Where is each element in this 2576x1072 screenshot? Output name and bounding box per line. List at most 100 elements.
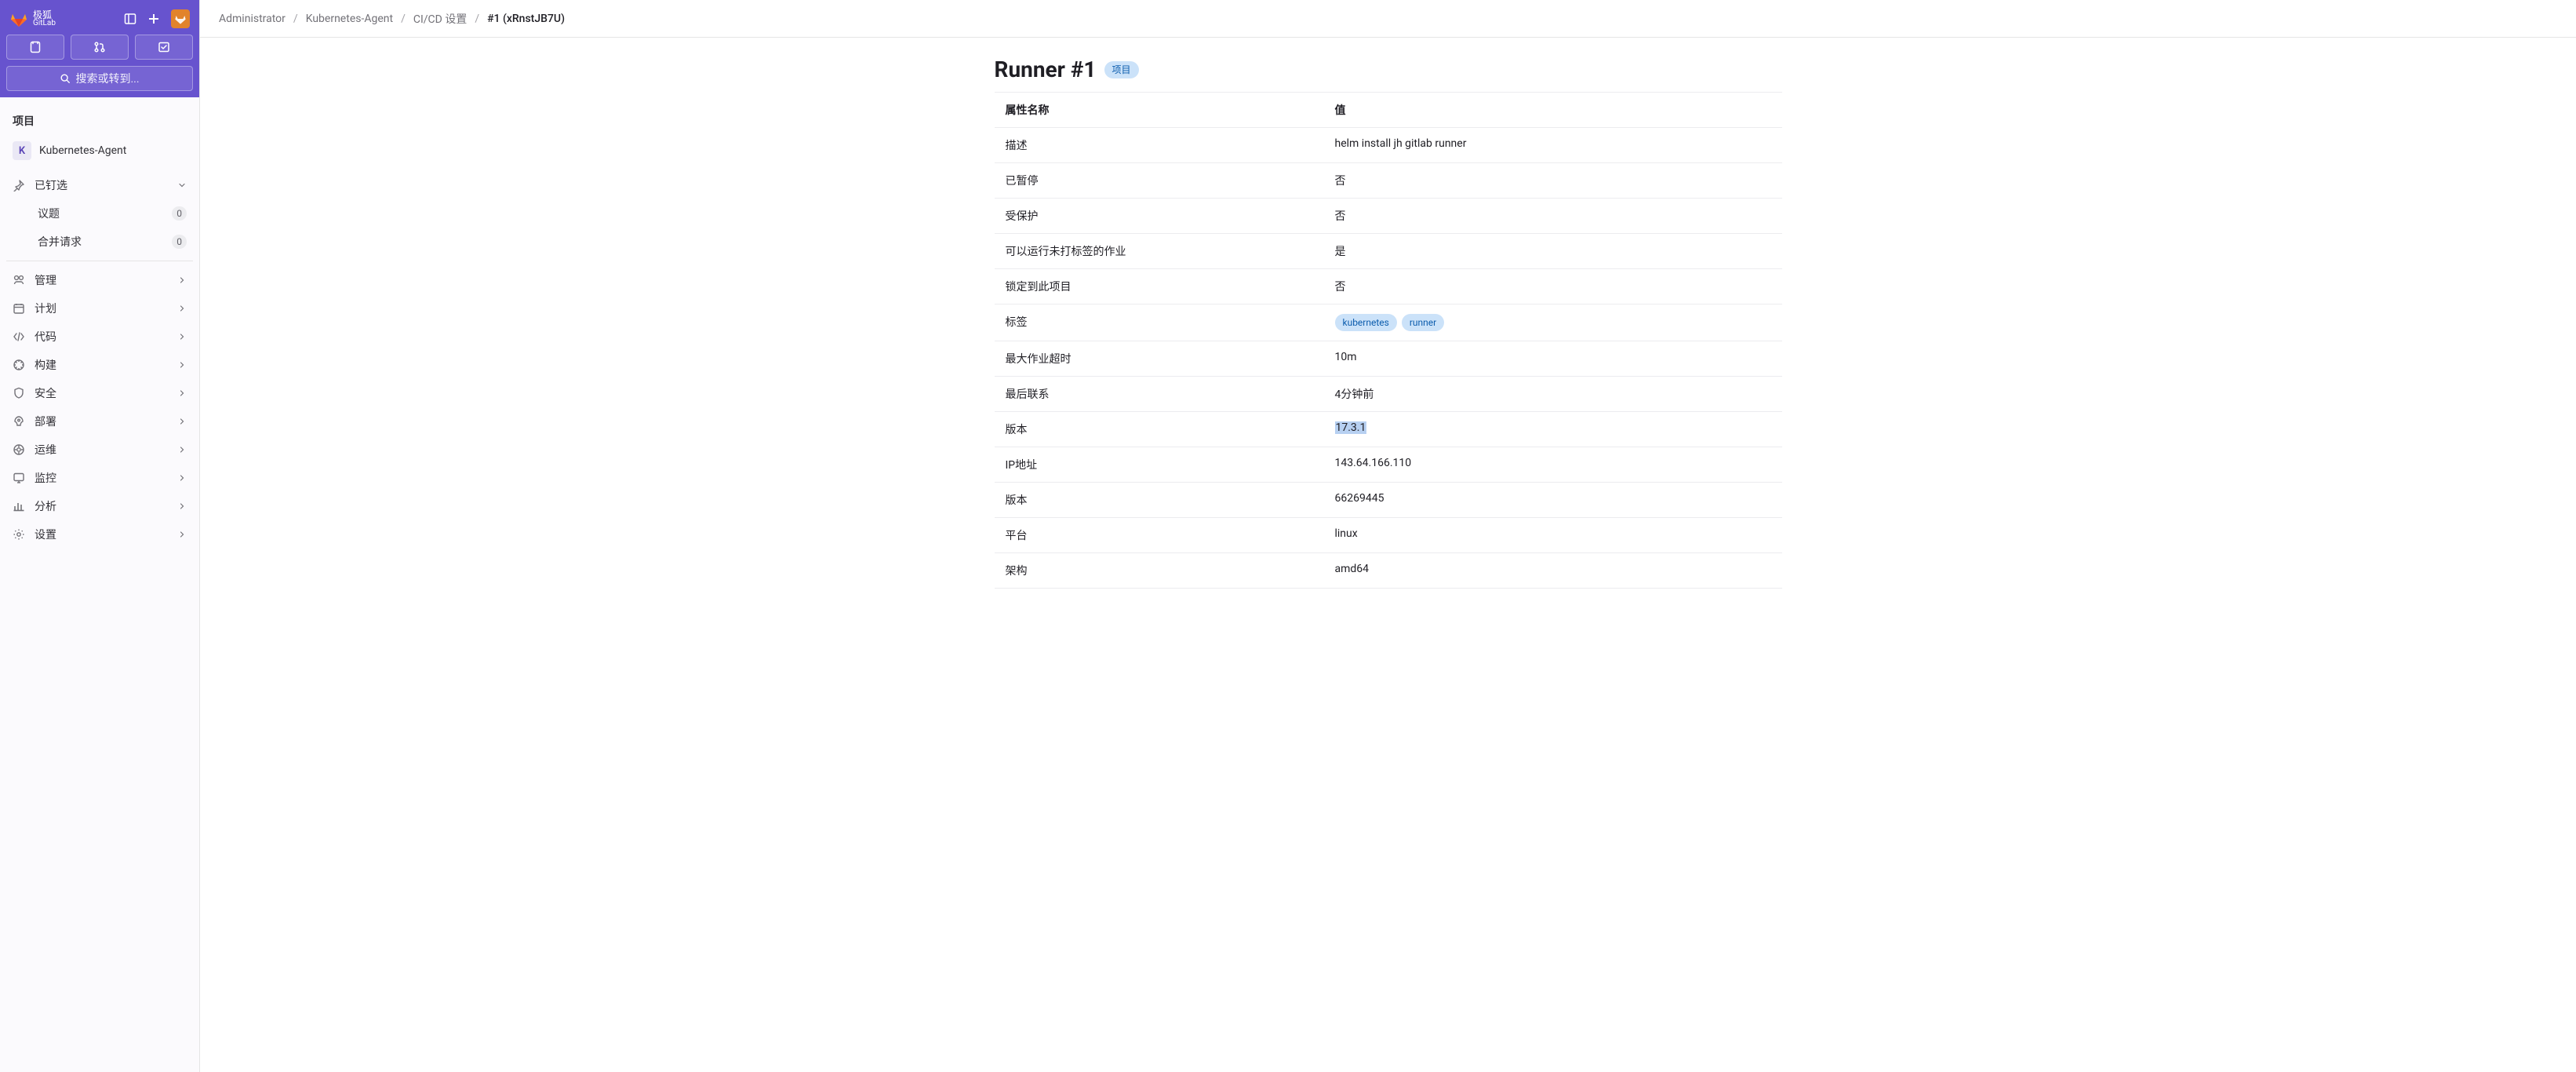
sidebar-item-monitor[interactable]: 监控 — [6, 464, 193, 492]
content: Runner #1 项目 属性名称 值 描述helm install jh gi… — [957, 38, 1820, 607]
breadcrumb-current: #1 (xRnstJB7U) — [487, 13, 565, 25]
todos-button[interactable] — [135, 35, 193, 60]
sidebar-item-议题[interactable]: 议题0 — [31, 199, 193, 228]
plan-icon — [13, 302, 25, 315]
analyze-icon — [13, 500, 25, 512]
page-title-row: Runner #1 项目 — [995, 57, 1782, 82]
search-placeholder: 搜索或转到... — [75, 71, 139, 86]
sidebar-item-secure[interactable]: 安全 — [6, 379, 193, 407]
prop-key: 描述 — [995, 128, 1324, 162]
sidebar-item-label: 运维 — [35, 442, 168, 458]
monitor-icon — [13, 472, 25, 484]
prop-value: 4分钟前 — [1324, 377, 1782, 411]
prop-key: IP地址 — [995, 447, 1324, 482]
table-row: 可以运行未打标签的作业是 — [995, 234, 1782, 269]
breadcrumb-link-project[interactable]: Kubernetes-Agent — [306, 13, 393, 25]
prop-value: 否 — [1324, 269, 1782, 304]
table-row: 版本66269445 — [995, 483, 1782, 518]
sidebar-content: 项目 K Kubernetes-Agent 已钉选 议题0合并请求0 管理计划代… — [0, 97, 199, 549]
chevron-right-icon — [177, 332, 187, 341]
page-title: Runner #1 — [995, 57, 1097, 82]
project-name: Kubernetes-Agent — [39, 144, 126, 157]
prop-key: 已暂停 — [995, 163, 1324, 198]
prop-value: 17.3.1 — [1324, 412, 1782, 447]
breadcrumb-link-admin[interactable]: Administrator — [219, 13, 286, 25]
prop-value: 否 — [1324, 199, 1782, 233]
table-row: 已暂停否 — [995, 163, 1782, 199]
runner-scope-badge: 项目 — [1104, 61, 1139, 78]
prop-key: 锁定到此项目 — [995, 269, 1324, 304]
project-selector[interactable]: K Kubernetes-Agent — [6, 135, 193, 166]
chevron-right-icon — [177, 417, 187, 426]
sidebar-item-analyze[interactable]: 分析 — [6, 492, 193, 520]
breadcrumb: Administrator / Kubernetes-Agent / CI/CD… — [200, 0, 2576, 38]
sidebar-item-code[interactable]: 代码 — [6, 323, 193, 351]
search-icon — [60, 73, 71, 84]
count-badge: 0 — [172, 206, 187, 221]
prop-key: 架构 — [995, 553, 1324, 588]
table-row: 描述helm install jh gitlab runner — [995, 128, 1782, 163]
prop-value: 10m — [1324, 341, 1782, 376]
table-row: 版本 17.3.1 — [995, 412, 1782, 447]
sidebar-item-settings[interactable]: 设置 — [6, 520, 193, 549]
brand-text: 极狐 GitLab — [33, 10, 56, 27]
sidebar-item-plan[interactable]: 计划 — [6, 294, 193, 323]
prop-value: 否 — [1324, 163, 1782, 198]
gitlab-logo-icon — [9, 9, 28, 28]
prop-value: 66269445 — [1324, 483, 1782, 517]
selected-text: 17.3.1 — [1335, 421, 1367, 434]
table-row: 最后联系4分钟前 — [995, 377, 1782, 412]
prop-key: 可以运行未打标签的作业 — [995, 234, 1324, 268]
brand-row: 极狐 GitLab — [6, 6, 193, 35]
breadcrumb-link-cicd[interactable]: CI/CD 设置 — [413, 11, 467, 27]
search-input[interactable]: 搜索或转到... — [6, 66, 193, 91]
chevron-right-icon — [177, 304, 187, 313]
sidebar-item-label: 合并请求 — [38, 234, 82, 250]
table-header-key: 属性名称 — [995, 93, 1324, 127]
build-icon — [13, 359, 25, 371]
secure-icon — [13, 387, 25, 399]
sidebar-item-label: 设置 — [35, 527, 168, 542]
sidebar-collapse-button[interactable] — [124, 13, 136, 25]
prop-key: 平台 — [995, 518, 1324, 552]
table-header-value: 值 — [1324, 93, 1782, 127]
nav-pinned[interactable]: 已钉选 — [6, 171, 193, 199]
sidebar-item-合并请求[interactable]: 合并请求0 — [31, 228, 193, 256]
table-row: IP地址143.64.166.110 — [995, 447, 1782, 483]
user-avatar[interactable] — [171, 9, 190, 28]
properties-table: 属性名称 值 描述helm install jh gitlab runner已暂… — [995, 92, 1782, 589]
sidebar-top: 极狐 GitLab — [0, 0, 199, 97]
brand[interactable]: 极狐 GitLab — [9, 9, 56, 28]
sidebar-item-deploy[interactable]: 部署 — [6, 407, 193, 436]
prop-value: linux — [1324, 518, 1782, 552]
sidebar-item-label: 监控 — [35, 470, 168, 486]
chevron-down-icon — [177, 180, 187, 190]
table-row: 架构amd64 — [995, 553, 1782, 589]
merge-requests-button[interactable] — [71, 35, 129, 60]
chevron-right-icon — [177, 275, 187, 285]
sidebar-item-manage[interactable]: 管理 — [6, 266, 193, 294]
chevron-right-icon — [177, 360, 187, 370]
prop-value: 是 — [1324, 234, 1782, 268]
prop-key: 最后联系 — [995, 377, 1324, 411]
chevron-right-icon — [177, 501, 187, 511]
sidebar-item-operate[interactable]: 运维 — [6, 436, 193, 464]
prop-key: 受保护 — [995, 199, 1324, 233]
deploy-icon — [13, 415, 25, 428]
sidebar-toolbar — [6, 35, 193, 60]
prop-key: 标签 — [995, 304, 1324, 341]
table-row: 最大作业超时10m — [995, 341, 1782, 377]
chevron-right-icon — [177, 388, 187, 398]
prop-key: 版本 — [995, 412, 1324, 447]
table-header-row: 属性名称 值 — [995, 93, 1782, 128]
table-row: 受保护否 — [995, 199, 1782, 234]
sidebar-item-build[interactable]: 构建 — [6, 351, 193, 379]
issues-button[interactable] — [6, 35, 64, 60]
sidebar-item-label: 构建 — [35, 357, 168, 373]
create-new-button[interactable] — [147, 13, 160, 25]
sidebar: 极狐 GitLab — [0, 0, 200, 1072]
prop-value: 143.64.166.110 — [1324, 447, 1782, 482]
sidebar-item-label: 代码 — [35, 329, 168, 345]
project-avatar: K — [13, 141, 31, 160]
chevron-right-icon — [177, 445, 187, 454]
